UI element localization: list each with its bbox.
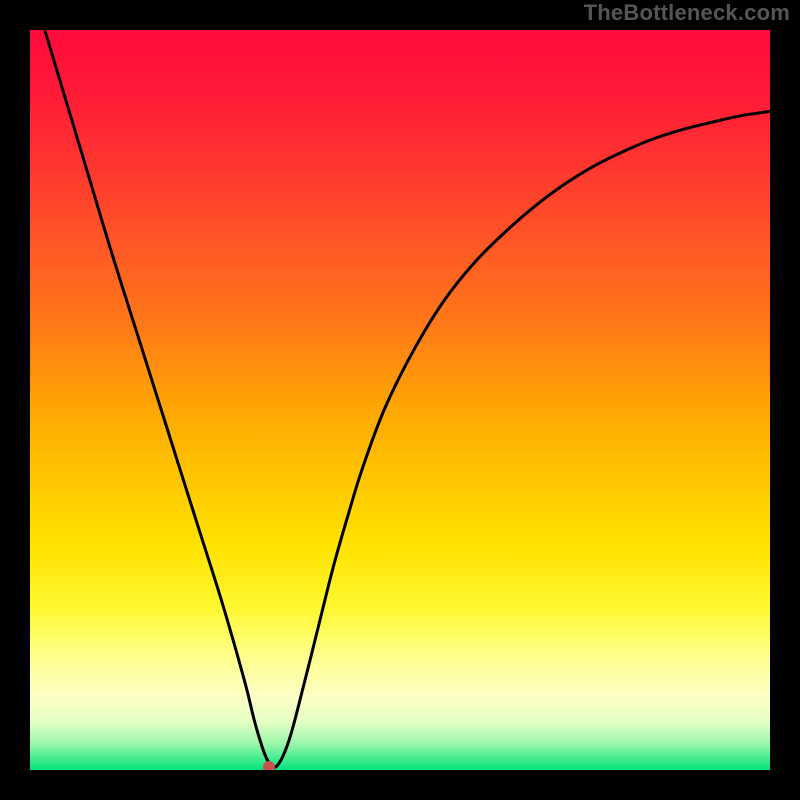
chart-container: TheBottleneck.com xyxy=(0,0,800,800)
gradient-background xyxy=(30,30,770,770)
chart-svg xyxy=(30,30,770,770)
watermark-label: TheBottleneck.com xyxy=(584,0,790,26)
plot-area xyxy=(30,30,770,770)
